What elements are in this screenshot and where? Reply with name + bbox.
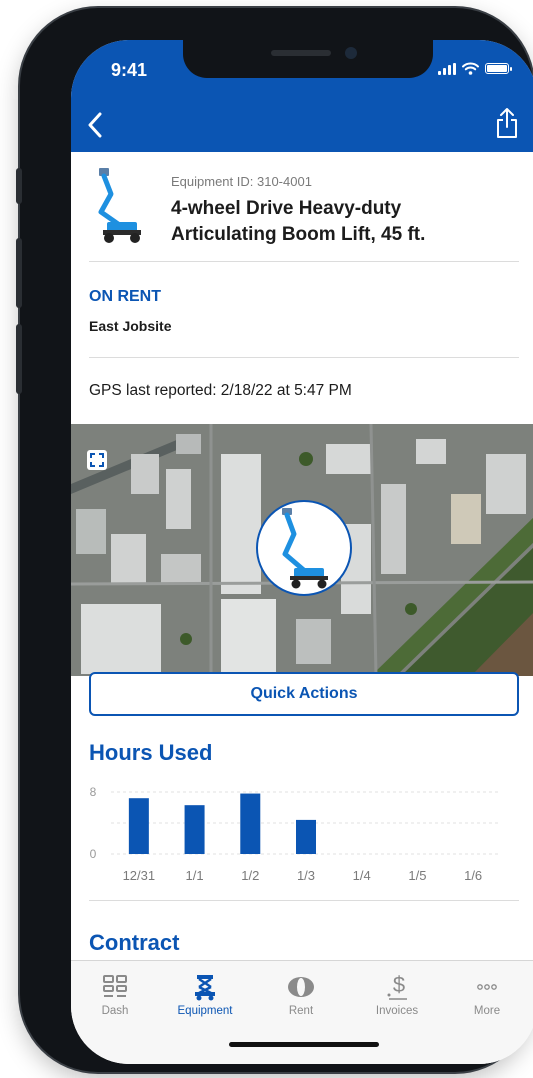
chart-bar: [296, 819, 316, 854]
front-camera: [345, 47, 357, 59]
location-map[interactable]: [71, 424, 533, 676]
y-tick-label: 0: [90, 847, 97, 861]
x-tick-label: 1/5: [408, 868, 426, 883]
svg-text:$: $: [393, 973, 405, 997]
dashboard-icon: [103, 975, 127, 997]
status-time: 9:41: [111, 60, 148, 80]
x-tick-label: 12/31: [123, 868, 156, 883]
equipment-location-marker[interactable]: [256, 500, 352, 596]
section-divider: [89, 900, 519, 901]
home-indicator: [229, 1042, 379, 1047]
equipment-id: Equipment ID: 310-4001: [171, 174, 312, 189]
x-tick-label: 1/4: [353, 868, 371, 883]
mute-switch: [16, 168, 22, 204]
signal-icon: [438, 62, 456, 75]
rental-status-section: ON RENT East Jobsite: [89, 262, 519, 358]
expand-icon: [90, 453, 104, 467]
battery-icon: [485, 63, 512, 74]
volume-down-button: [16, 324, 22, 394]
tab-dash[interactable]: Dash: [75, 973, 155, 1017]
boom-lift-icon: [98, 168, 141, 243]
equipment-title: 4-wheel Drive Heavy-duty Articulating Bo…: [171, 198, 426, 245]
chart-bar: [128, 798, 149, 854]
app-screen: 9:41 Equipment ID: 310-4001 4-wheel Driv…: [71, 40, 533, 1064]
nav-header: 9:41: [71, 40, 533, 152]
x-tick-label: 1/1: [186, 868, 204, 883]
chart-bar: [240, 793, 261, 854]
tab-more[interactable]: More: [447, 973, 527, 1017]
status-icons: [438, 62, 512, 75]
phone-frame: 9:41 Equipment ID: 310-4001 4-wheel Driv…: [16, 8, 533, 1072]
volume-up-button: [16, 238, 22, 308]
tab-rent[interactable]: Rent: [261, 973, 341, 1017]
chart-bar: [184, 805, 205, 854]
tab-label: Invoices: [375, 1005, 419, 1017]
rent-icon: [288, 977, 314, 997]
tab-invoices[interactable]: $ Invoices: [357, 973, 437, 1017]
quick-actions-button[interactable]: Quick Actions: [89, 672, 519, 716]
wifi-icon: [462, 62, 479, 75]
notch: [183, 40, 433, 78]
boom-lift-icon: [282, 508, 328, 589]
speaker-grille: [271, 50, 331, 56]
tab-label: Dash: [101, 1005, 129, 1017]
x-tick-label: 1/3: [297, 868, 315, 883]
share-button[interactable]: [495, 106, 519, 140]
more-dots-icon: [477, 984, 497, 990]
x-tick-label: 1/6: [464, 868, 482, 883]
x-tick-label: 1/2: [241, 868, 259, 883]
jobsite-name: East Jobsite: [89, 318, 172, 334]
back-button[interactable]: [83, 110, 109, 140]
tab-label: More: [473, 1005, 501, 1017]
contract-section-title: Contract: [89, 930, 180, 955]
gps-last-reported: GPS last reported: 2/18/22 at 5:47 PM: [89, 382, 352, 399]
expand-map-button[interactable]: [87, 450, 107, 470]
equipment-icon: [195, 975, 215, 1001]
y-tick-label: 8: [90, 785, 97, 799]
hours-used-title: Hours Used: [89, 740, 213, 765]
invoice-dollar-icon: $: [387, 973, 407, 1000]
tab-equipment[interactable]: Equipment: [165, 973, 245, 1017]
tab-label: Rent: [288, 1005, 314, 1017]
tab-bar: Dash Equipment Rent $ Invoices More: [71, 960, 533, 1064]
equipment-header: Equipment ID: 310-4001 4-wheel Drive Hea…: [89, 152, 519, 262]
rental-status: ON RENT: [89, 288, 161, 305]
hours-used-chart: 8 0 12/31 1/1 1/2 1/3 1/4 1/5 1/6: [90, 785, 501, 883]
tab-label: Equipment: [177, 1005, 233, 1017]
